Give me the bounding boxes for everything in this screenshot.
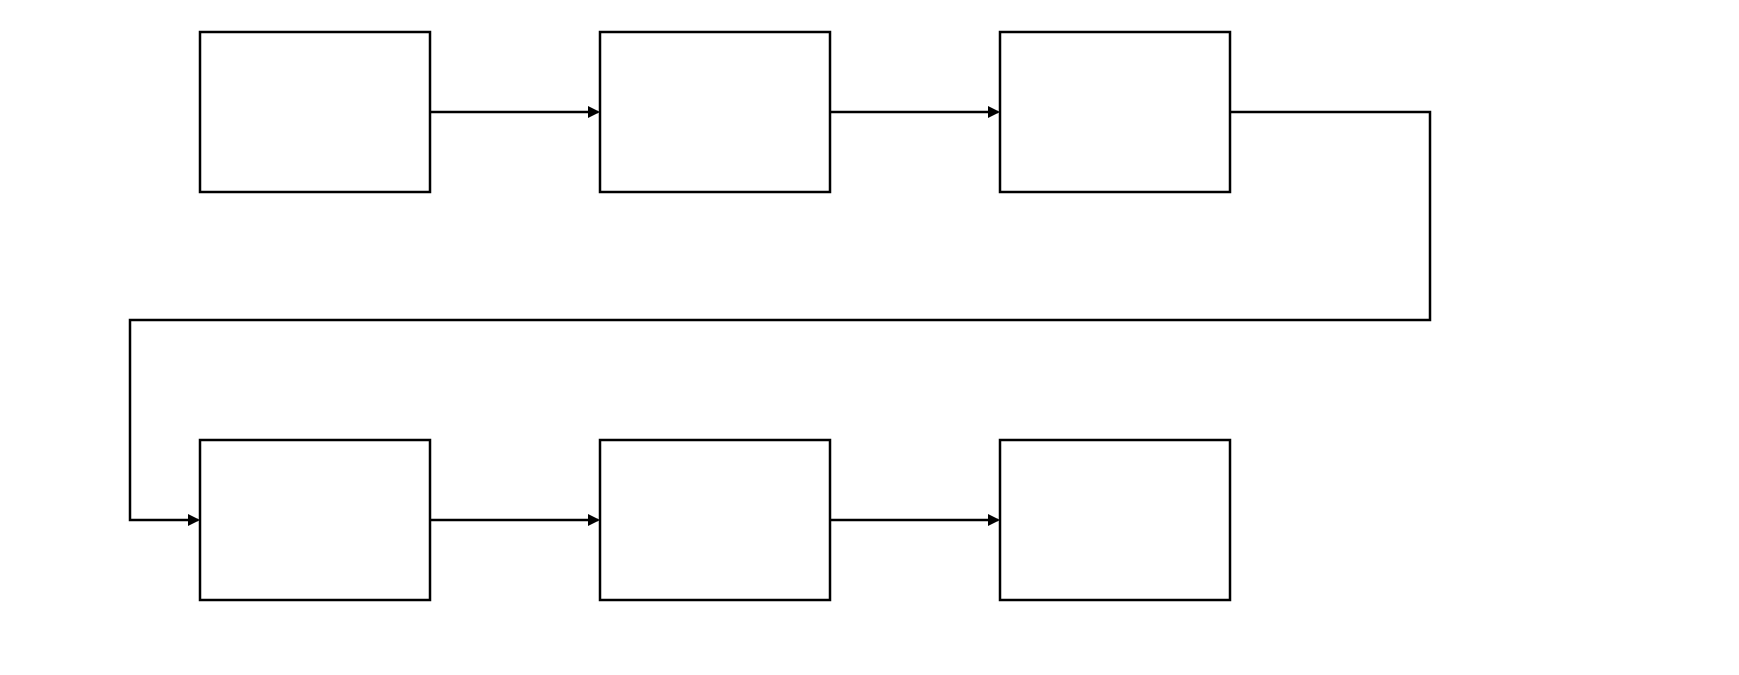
flowchart-diagram xyxy=(0,0,1739,675)
flow-box-5 xyxy=(600,440,830,600)
flow-box-3 xyxy=(1000,32,1230,192)
flow-box-4 xyxy=(200,440,430,600)
flow-box-2 xyxy=(600,32,830,192)
flow-box-6 xyxy=(1000,440,1230,600)
flow-box-1 xyxy=(200,32,430,192)
